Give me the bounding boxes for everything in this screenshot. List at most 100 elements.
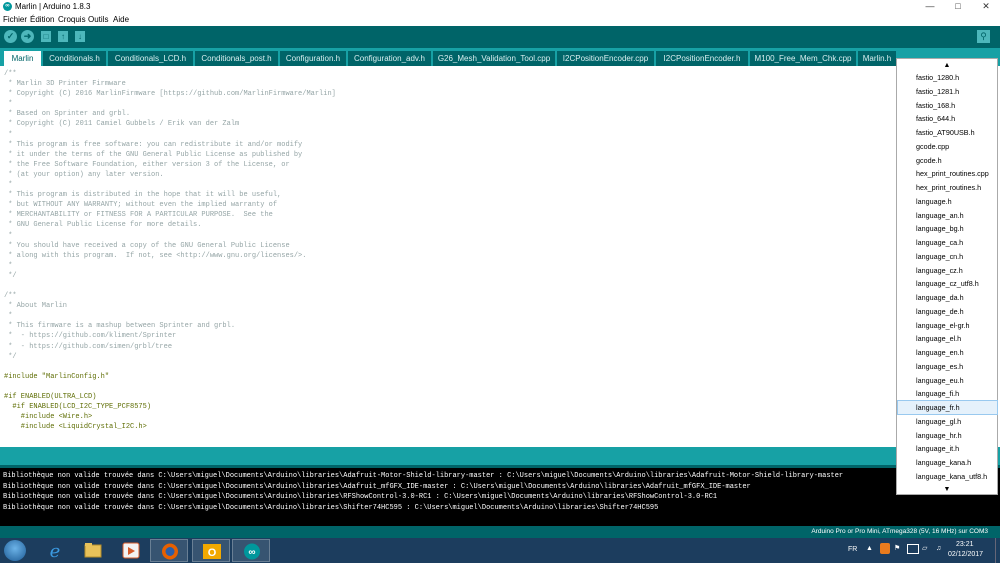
tab-configuration-adv-h[interactable]: Configuration_adv.h: [348, 51, 431, 66]
dropdown-item[interactable]: language_it.h: [898, 442, 997, 455]
dropdown-item[interactable]: language_el-gr.h: [898, 319, 997, 332]
console-output[interactable]: Bibliothèque non valide trouvée dans C:\…: [0, 468, 1000, 526]
flag-icon[interactable]: ⚑: [894, 544, 900, 554]
start-icon[interactable]: [4, 540, 26, 561]
code-editor[interactable]: /** * Marlin 3D Printer Firmware * Copyr…: [0, 66, 1000, 447]
tab-i2cpositionencoder-h[interactable]: I2CPositionEncoder.h: [656, 51, 748, 66]
dropdown-item[interactable]: language_eu.h: [898, 374, 997, 387]
tab-conditionals-lcd-h[interactable]: Conditionals_LCD.h: [108, 51, 193, 66]
dropdown-item[interactable]: language_cn.h: [898, 250, 997, 263]
console-line: Bibliothèque non valide trouvée dans C:\…: [3, 493, 718, 501]
arduino-icon[interactable]: ∞: [232, 539, 270, 562]
minimize-icon[interactable]: —: [916, 0, 944, 12]
tab-i2cpositionencoder-cpp[interactable]: I2CPositionEncoder.cpp: [557, 51, 654, 66]
dropdown-item[interactable]: fastio_1280.h: [898, 71, 997, 84]
dropdown-item[interactable]: language_es.h: [898, 360, 997, 373]
close-icon[interactable]: ✕: [972, 0, 1000, 12]
code-line: #if ENABLED(LCD_I2C_TYPE_PCF8575): [4, 403, 152, 412]
tab-g26-mesh-validation-tool[interactable]: G26_Mesh_Validation_Tool.cpp: [433, 51, 555, 66]
tab-marlin-h[interactable]: Marlin.h: [858, 51, 896, 66]
code-line: #include "MarlinConfig.h": [4, 372, 110, 381]
code-line: * along with this program. If not, see <…: [4, 251, 307, 260]
code-line: *: [4, 100, 13, 109]
display-icon[interactable]: [907, 544, 919, 554]
upload-icon[interactable]: ➜: [21, 30, 34, 43]
clock-time[interactable]: 23:21: [956, 540, 974, 550]
tray-expand-icon[interactable]: ▲: [866, 544, 873, 554]
dropdown-item[interactable]: language_fr.h: [897, 400, 998, 415]
dropdown-item[interactable]: language_hr.h: [898, 429, 997, 442]
dropdown-item[interactable]: language_de.h: [898, 305, 997, 318]
menu-edition[interactable]: Édition: [30, 14, 54, 25]
code-line: * This firmware is a mashup between Spri…: [4, 322, 236, 331]
tab-m100-free-mem-chk[interactable]: M100_Free_Mem_Chk.cpp: [750, 51, 856, 66]
open-icon[interactable]: ↑: [58, 31, 68, 42]
code-line: * About Marlin: [4, 302, 68, 311]
code-line: * This program is free software: you can…: [4, 140, 303, 149]
tab-dropdown-menu: ▲ ▼ fastio_1280.h fastio_1281.h fastio_168…: [896, 58, 998, 495]
dropdown-item[interactable]: fastio_AT90USB.h: [898, 126, 997, 139]
dropdown-item[interactable]: language_ca.h: [898, 236, 997, 249]
scroll-down-icon[interactable]: ▼: [897, 485, 997, 494]
code-line: * but WITHOUT ANY WARRANTY; without even…: [4, 201, 278, 210]
dropdown-item[interactable]: language_kana_utf8.h: [898, 470, 997, 483]
menu-croquis[interactable]: Croquis: [58, 14, 86, 25]
menu-fichier[interactable]: Fichier: [3, 14, 27, 25]
dropdown-item[interactable]: fastio_168.h: [898, 99, 997, 112]
taskbar: e O ∞ FR ▲ ⚑ ▱ ♫ 23:21 02/12/2017: [0, 538, 1000, 563]
dropdown-item[interactable]: fastio_1281.h: [898, 85, 997, 98]
dropdown-item[interactable]: language_da.h: [898, 291, 997, 304]
code-line: * GNU General Public License for more de…: [4, 221, 202, 230]
dropdown-item[interactable]: fastio_644.h: [898, 112, 997, 125]
volume-icon[interactable]: ♫: [936, 544, 941, 554]
dropdown-item[interactable]: hex_print_routines.h: [898, 181, 997, 194]
dropdown-item[interactable]: language_bg.h: [898, 222, 997, 235]
scroll-up-icon[interactable]: ▲: [897, 61, 997, 70]
save-icon[interactable]: ↓: [75, 31, 85, 42]
maximize-icon[interactable]: □: [944, 0, 972, 12]
tab-conditionals-post-h[interactable]: Conditionals_post.h: [195, 51, 278, 66]
outlook-icon[interactable]: O: [192, 539, 230, 562]
code-text[interactable]: /** * Marlin 3D Printer Firmware * Copyr…: [4, 69, 336, 432]
tab-marlin[interactable]: Marlin: [4, 51, 41, 66]
code-line: * - https://github.com/simen/grbl/tree: [4, 342, 173, 351]
dropdown-item[interactable]: language_en.h: [898, 346, 997, 359]
code-line: * Marlin 3D Printer Firmware: [4, 80, 126, 89]
dropdown-item[interactable]: language_cz_utf8.h: [898, 277, 997, 290]
dropdown-item[interactable]: language_kana.h: [898, 456, 997, 469]
tray-app-icon[interactable]: [880, 543, 890, 554]
new-icon[interactable]: □: [41, 31, 51, 42]
dropdown-item[interactable]: language_an.h: [898, 209, 997, 222]
media-player-icon[interactable]: [112, 539, 150, 562]
board-status: Arduino Pro or Pro Mini, ATmega328 (5V, …: [811, 528, 988, 535]
dropdown-item[interactable]: hex_print_routines.cpp: [898, 167, 997, 180]
file-explorer-icon[interactable]: [74, 539, 112, 562]
language-indicator[interactable]: FR: [848, 545, 857, 555]
code-line: #if ENABLED(ULTRA_LCD): [4, 393, 97, 401]
firefox-icon[interactable]: [150, 539, 188, 562]
console-line: Bibliothèque non valide trouvée dans C:\…: [3, 472, 844, 480]
dropdown-item[interactable]: language_cz.h: [898, 264, 997, 277]
show-desktop-button[interactable]: [995, 538, 1000, 563]
clock-date[interactable]: 02/12/2017: [948, 550, 983, 560]
tab-conditionals-h[interactable]: Conditionals.h: [43, 51, 106, 66]
status-bar: [0, 447, 1000, 465]
dropdown-item[interactable]: language.h: [898, 195, 997, 208]
code-line: * the Free Software Foundation, either v…: [4, 160, 290, 169]
menu-outils[interactable]: Outils: [88, 14, 108, 25]
menu-aide[interactable]: Aide: [113, 14, 129, 25]
verify-icon[interactable]: ✓: [4, 30, 17, 43]
dropdown-item[interactable]: gcode.cpp: [898, 140, 997, 153]
arduino-logo-icon: ∞: [3, 2, 12, 11]
network-icon[interactable]: ▱: [922, 544, 927, 554]
title-bar: ∞ Marlin | Arduino 1.8.3 — □ ✕: [0, 0, 1000, 13]
dropdown-item[interactable]: language_el.h: [898, 332, 997, 345]
dropdown-item[interactable]: language_fi.h: [898, 387, 997, 400]
serial-monitor-icon[interactable]: ⚲: [977, 30, 990, 43]
dropdown-item[interactable]: language_gl.h: [898, 415, 997, 428]
dropdown-item[interactable]: gcode.h: [898, 154, 997, 167]
internet-explorer-icon[interactable]: e: [36, 539, 74, 562]
tab-configuration-h[interactable]: Configuration.h: [280, 51, 346, 66]
svg-text:O: O: [208, 547, 217, 559]
code-line: *: [4, 181, 13, 190]
